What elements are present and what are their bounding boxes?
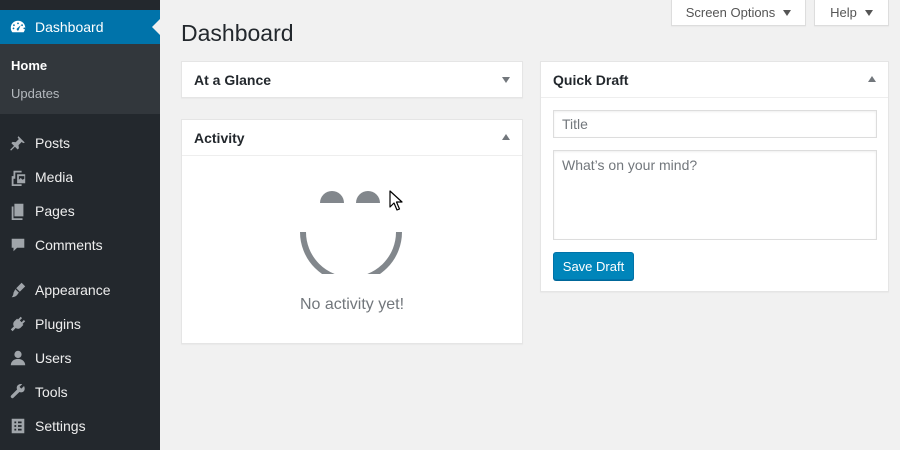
active-indicator bbox=[152, 19, 160, 35]
sidebar-item-plugins[interactable]: Plugins bbox=[0, 307, 160, 341]
sidebar-item-label: Users bbox=[35, 350, 72, 366]
toggle-arrow-down-icon[interactable] bbox=[502, 77, 510, 83]
quick-draft-widget: Quick Draft Save Draft bbox=[540, 61, 889, 292]
mouse-cursor-icon bbox=[389, 190, 403, 211]
admin-sidebar: Dashboard Home Updates Posts Media Pages… bbox=[0, 0, 160, 450]
sidebar-item-label: Posts bbox=[35, 135, 71, 151]
sidebar-item-label: Comments bbox=[35, 237, 103, 253]
widget-title: Quick Draft bbox=[553, 71, 629, 88]
screen-options-label: Screen Options bbox=[685, 5, 776, 20]
save-draft-button[interactable]: Save Draft bbox=[553, 252, 634, 280]
page-title: Dashboard bbox=[181, 20, 294, 46]
sidebar-item-users[interactable]: Users bbox=[0, 341, 160, 375]
sidebar-item-label: Media bbox=[35, 169, 74, 185]
caret-down-icon bbox=[864, 9, 873, 16]
at-a-glance-widget: At a Glance bbox=[181, 61, 523, 98]
pin-icon bbox=[8, 133, 28, 153]
activity-widget: Activity No activity yet! bbox=[181, 119, 523, 344]
sidebar-item-posts[interactable]: Posts bbox=[0, 126, 160, 160]
no-activity-message: No activity yet! bbox=[299, 296, 405, 313]
help-label: Help bbox=[830, 5, 857, 20]
sidebar-item-label: Appearance bbox=[35, 282, 111, 298]
sidebar-item-label: Settings bbox=[35, 418, 86, 434]
sidebar-item-settings[interactable]: Settings bbox=[0, 409, 160, 443]
user-icon bbox=[8, 348, 28, 368]
pages-icon bbox=[8, 201, 28, 221]
widget-title: At a Glance bbox=[194, 72, 272, 88]
sidebar-item-label: Pages bbox=[35, 203, 75, 219]
dashboard-icon bbox=[8, 17, 28, 37]
activity-header[interactable]: Activity bbox=[182, 120, 522, 156]
sidebar-item-comments[interactable]: Comments bbox=[0, 228, 160, 262]
submenu-item-home[interactable]: Home bbox=[11, 58, 47, 73]
toggle-arrow-up-icon[interactable] bbox=[502, 134, 510, 140]
sidebar-item-label: Plugins bbox=[35, 316, 81, 332]
at-a-glance-header[interactable]: At a Glance bbox=[182, 62, 522, 98]
caret-down-icon bbox=[783, 9, 792, 16]
media-icon bbox=[8, 167, 28, 187]
draft-content-textarea[interactable] bbox=[553, 150, 877, 240]
brush-icon bbox=[8, 280, 28, 300]
settings-icon bbox=[8, 416, 28, 436]
help-button[interactable]: Help bbox=[814, 0, 889, 26]
sidebar-item-label: Tools bbox=[35, 384, 68, 400]
plug-icon bbox=[8, 314, 28, 334]
dashboard-submenu: Home Updates bbox=[0, 44, 160, 114]
quick-draft-header[interactable]: Quick Draft bbox=[541, 62, 888, 98]
comment-icon bbox=[8, 235, 28, 255]
sidebar-item-tools[interactable]: Tools bbox=[0, 375, 160, 409]
sidebar-item-pages[interactable]: Pages bbox=[0, 194, 160, 228]
sidebar-item-label: Dashboard bbox=[35, 19, 104, 35]
sidebar-item-dashboard[interactable]: Dashboard bbox=[0, 10, 160, 44]
sidebar-item-appearance[interactable]: Appearance bbox=[0, 273, 160, 307]
draft-title-input[interactable] bbox=[553, 110, 877, 138]
sidebar-item-media[interactable]: Media bbox=[0, 160, 160, 194]
toggle-arrow-up-icon[interactable] bbox=[868, 76, 876, 82]
submenu-item-updates[interactable]: Updates bbox=[11, 86, 59, 101]
widget-title: Activity bbox=[194, 129, 245, 146]
wrench-icon bbox=[8, 382, 28, 402]
screen-options-button[interactable]: Screen Options bbox=[671, 0, 806, 26]
